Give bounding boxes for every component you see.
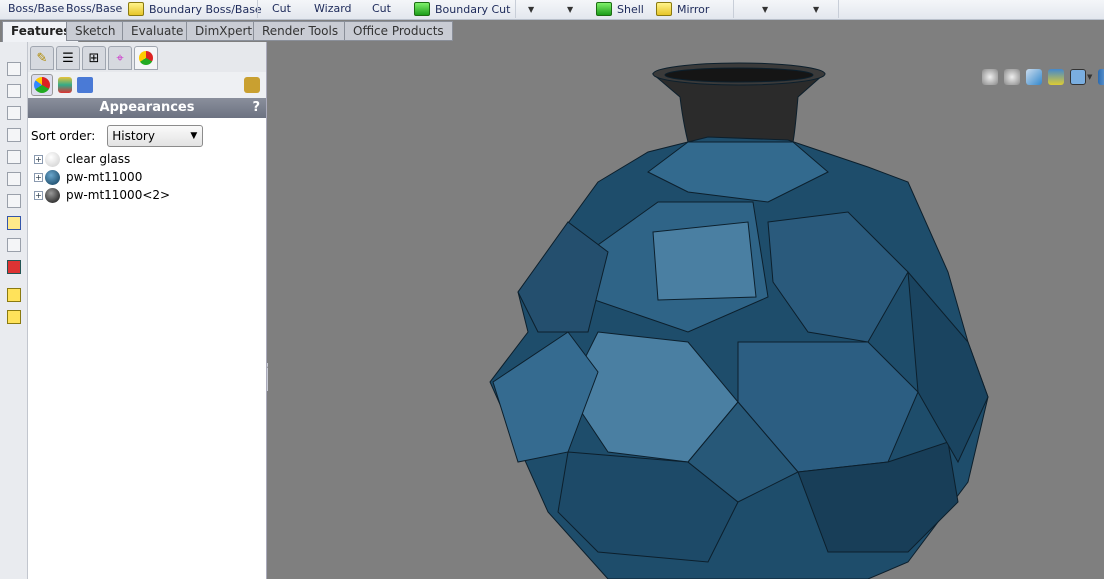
feature-icon[interactable] — [7, 288, 21, 302]
help-icon[interactable]: ? — [252, 98, 260, 118]
item-label: clear glass — [66, 152, 131, 166]
partial-label[interactable]: Boss/Base — [66, 2, 122, 15]
boundary-cut-button[interactable]: Boundary Cut — [414, 2, 510, 16]
relations-icon[interactable] — [7, 260, 21, 274]
partial-label[interactable]: Cut — [272, 2, 291, 15]
expand-icon[interactable]: + — [34, 172, 43, 182]
cube-view-icon[interactable] — [7, 106, 21, 120]
partial-label[interactable]: Boss/Base — [8, 2, 64, 15]
cube-view-icon[interactable] — [7, 128, 21, 142]
cube-view-icon[interactable] — [7, 172, 21, 186]
appearance-ball-icon — [45, 151, 60, 167]
tab-sketch[interactable]: Sketch — [66, 21, 125, 41]
appearance-ball-icon — [45, 169, 60, 185]
shell-label: Shell — [617, 2, 644, 16]
divider — [838, 0, 839, 18]
property-manager-tab-icon[interactable]: ☰ — [56, 46, 80, 70]
configuration-manager-tab-icon[interactable]: ⊞ — [82, 46, 106, 70]
sort-order-select[interactable]: History ▼ — [107, 125, 204, 147]
cube-view-icon[interactable] — [7, 150, 21, 164]
dropdown-arrow-icon[interactable]: ▼ — [567, 5, 573, 14]
appearances-tab-icon[interactable] — [134, 46, 158, 70]
partial-label[interactable]: Cut — [372, 2, 391, 15]
feature-manager-panel: ✎ ☰ ⊞ ⌖ Appearances? Sort order: History… — [28, 42, 267, 579]
options-icon[interactable] — [244, 77, 260, 93]
shell-icon — [596, 2, 612, 16]
feature-manager-tab-icon[interactable]: ✎ — [30, 46, 54, 70]
command-manager-ribbon: Boss/Base Boss/Base Boundary Boss/Base C… — [0, 0, 1104, 20]
tab-office-products[interactable]: Office Products — [344, 21, 453, 41]
cube-view-icon[interactable] — [7, 62, 21, 76]
command-tabs: Features Sketch Evaluate DimXpert Render… — [0, 20, 1104, 42]
vase-facet — [652, 221, 757, 301]
chevron-down-icon: ▼ — [190, 131, 198, 141]
smart-dimension-icon[interactable] — [7, 238, 21, 252]
dropdown-arrow-icon[interactable]: ▼ — [762, 5, 768, 14]
panel-tabs: ✎ ☰ ⊞ ⌖ — [28, 42, 266, 72]
sketch-icon[interactable] — [7, 216, 21, 230]
dropdown-arrow-icon[interactable]: ▼ — [528, 5, 534, 14]
boundary-boss-base-button[interactable]: Boundary Boss/Base — [128, 2, 262, 16]
expand-icon[interactable]: + — [34, 190, 43, 200]
dropdown-arrow-icon[interactable]: ▼ — [813, 5, 819, 14]
sort-order-label: Sort order: — [31, 129, 96, 143]
appearance-subbar — [28, 72, 266, 98]
vase-opening — [664, 67, 814, 83]
mirror-label: Mirror — [677, 2, 710, 16]
cube-view-icon[interactable] — [7, 194, 21, 208]
list-item[interactable]: + clear glass — [28, 150, 266, 168]
vase-model[interactable] — [268, 42, 1104, 579]
divider — [257, 0, 258, 18]
boundary-cut-label: Boundary Cut — [435, 2, 511, 16]
item-label: pw-mt11000 — [66, 170, 143, 184]
decals-icon[interactable] — [58, 77, 72, 93]
list-item[interactable]: + pw-mt11000<2> — [28, 186, 266, 204]
sort-order-value: History — [112, 129, 155, 143]
shell-button[interactable]: Shell — [596, 2, 644, 16]
graphics-viewport[interactable]: ▼ ▼ ▼ ▼ ▼ — [268, 42, 1104, 579]
partial-label[interactable]: Wizard — [314, 2, 352, 15]
panel-title: Appearances — [99, 100, 195, 115]
tab-dimxpert[interactable]: DimXpert — [186, 21, 262, 41]
tab-render-tools[interactable]: Render Tools — [253, 21, 348, 41]
boundary-cut-icon — [414, 2, 430, 16]
feature-icon[interactable] — [7, 310, 21, 324]
scene-icon[interactable] — [77, 77, 93, 93]
divider — [733, 0, 734, 18]
mirror-button[interactable]: Mirror — [656, 2, 709, 16]
list-item[interactable]: + pw-mt11000 — [28, 168, 266, 186]
boundary-boss-label: Boundary Boss/Base — [149, 2, 262, 16]
appearances-button[interactable] — [31, 74, 53, 96]
dimxpert-manager-tab-icon[interactable]: ⌖ — [108, 46, 132, 70]
tab-evaluate[interactable]: Evaluate — [122, 21, 193, 41]
mirror-icon — [656, 2, 672, 16]
divider — [515, 0, 516, 18]
panel-header: Appearances? — [28, 98, 266, 118]
expand-icon[interactable]: + — [34, 154, 43, 164]
item-label: pw-mt11000<2> — [66, 188, 171, 202]
boundary-boss-icon — [128, 2, 144, 16]
left-icon-strip — [0, 42, 28, 579]
sort-order-row: Sort order: History ▼ — [28, 118, 266, 150]
appearance-ball-icon — [45, 187, 60, 203]
cube-view-icon[interactable] — [7, 84, 21, 98]
appearances-ball-icon — [34, 77, 50, 93]
